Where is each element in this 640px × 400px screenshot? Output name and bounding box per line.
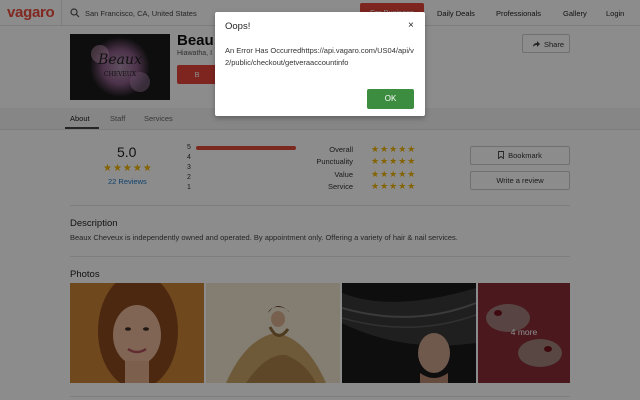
dialog-message: An Error Has Occurredhttps://api.vagaro.… (225, 46, 414, 67)
close-icon[interactable]: × (408, 20, 414, 31)
dialog-title: Oops! (225, 21, 251, 32)
ok-button[interactable]: OK (367, 89, 414, 109)
error-dialog: Oops! × An Error Has Occurredhttps://api… (215, 12, 425, 116)
